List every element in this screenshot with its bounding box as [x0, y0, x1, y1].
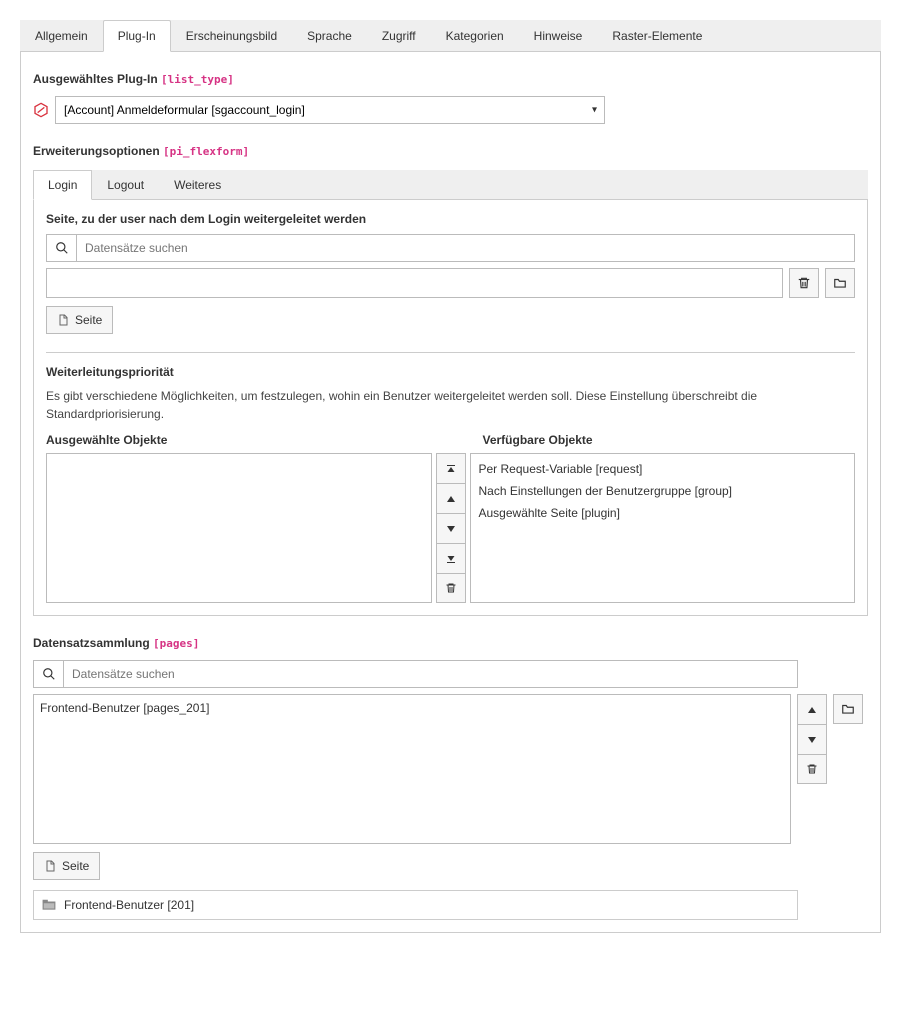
records-page-button[interactable]: Seite: [33, 852, 100, 880]
move-bottom-button[interactable]: [436, 543, 466, 573]
record-collection-text: Datensatzsammlung: [33, 636, 150, 650]
subtab-weiteres[interactable]: Weiteres: [159, 170, 236, 199]
plugin-select[interactable]: [Account] Anmeldeformular [sgaccount_log…: [55, 96, 605, 124]
record-move-up-button[interactable]: [797, 694, 827, 724]
priority-description: Es gibt verschiedene Möglichkeiten, um f…: [46, 387, 855, 423]
plugin-select-label-text: Ausgewähltes Plug-In: [33, 72, 158, 86]
redirect-page-label: Seite, zu der user nach dem Login weiter…: [46, 212, 855, 226]
page-icon: [44, 859, 56, 873]
tab-zugriff[interactable]: Zugriff: [367, 20, 431, 51]
record-collection-label: Datensatzsammlung [pages]: [33, 636, 868, 650]
move-down-button[interactable]: [436, 513, 466, 543]
sysfolder-icon: [42, 899, 56, 911]
record-folder-button[interactable]: [833, 694, 863, 724]
available-item[interactable]: Nach Einstellungen der Benutzergruppe [g…: [475, 480, 851, 502]
delete-button[interactable]: [789, 268, 819, 298]
search-icon: [33, 660, 63, 688]
record-move-down-button[interactable]: [797, 724, 827, 754]
tab-sprache[interactable]: Sprache: [292, 20, 367, 51]
redirect-search-input[interactable]: [76, 234, 855, 262]
extension-options-hint: [pi_flexform]: [163, 145, 249, 158]
extension-options-label: Erweiterungsoptionen [pi_flexform]: [33, 144, 868, 158]
move-top-button[interactable]: [436, 453, 466, 483]
available-objects-label: Verfügbare Objekte: [483, 433, 856, 447]
record-delete-button[interactable]: [797, 754, 827, 784]
subtab-logout[interactable]: Logout: [92, 170, 159, 199]
extension-icon: [33, 102, 49, 118]
available-item[interactable]: Per Request-Variable [request]: [475, 458, 851, 480]
plugin-select-label: Ausgewähltes Plug-In [list_type]: [33, 72, 868, 86]
extension-options-text: Erweiterungsoptionen: [33, 144, 160, 158]
tab-plugin[interactable]: Plug-In: [103, 20, 171, 52]
redirect-selected-list[interactable]: [46, 268, 783, 298]
tab-hinweise[interactable]: Hinweise: [519, 20, 598, 51]
records-selected-listbox[interactable]: Frontend-Benutzer [pages_201]: [33, 694, 791, 844]
redirect-search-row: [46, 234, 855, 262]
tab-raster[interactable]: Raster-Elemente: [597, 20, 717, 51]
plugin-panel: Ausgewähltes Plug-In [list_type] [Accoun…: [20, 52, 881, 933]
tab-kategorien[interactable]: Kategorien: [431, 20, 519, 51]
move-up-button[interactable]: [436, 483, 466, 513]
records-search-input[interactable]: [63, 660, 798, 688]
priority-label: Weiterleitungspriorität: [46, 365, 855, 379]
available-objects-listbox[interactable]: Per Request-Variable [request] Nach Eins…: [470, 453, 856, 603]
tab-erscheinungsbild[interactable]: Erscheinungsbild: [171, 20, 292, 51]
record-reference-label: Frontend-Benutzer [201]: [64, 898, 194, 912]
main-tabs: Allgemein Plug-In Erscheinungsbild Sprac…: [20, 20, 881, 52]
search-icon: [46, 234, 76, 262]
page-browse-button[interactable]: Seite: [46, 306, 113, 334]
record-collection-hint: [pages]: [153, 637, 199, 650]
tab-allgemein[interactable]: Allgemein: [20, 20, 103, 51]
selected-objects-listbox[interactable]: [46, 453, 432, 603]
page-button-label: Seite: [75, 313, 102, 327]
selected-objects-label: Ausgewählte Objekte: [46, 433, 419, 447]
folder-button[interactable]: [825, 268, 855, 298]
records-search-row: [33, 660, 798, 688]
records-page-button-label: Seite: [62, 859, 89, 873]
subtab-login[interactable]: Login: [33, 170, 92, 200]
login-subpanel: Seite, zu der user nach dem Login weiter…: [33, 200, 868, 616]
record-reference-item[interactable]: Frontend-Benutzer [201]: [33, 890, 798, 920]
plugin-select-hint: [list_type]: [161, 73, 234, 86]
page-icon: [57, 313, 69, 327]
remove-selected-button[interactable]: [436, 573, 466, 603]
record-item[interactable]: Frontend-Benutzer [pages_201]: [40, 701, 784, 715]
available-item[interactable]: Ausgewählte Seite [plugin]: [475, 502, 851, 524]
flexform-subtabs: Login Logout Weiteres: [33, 170, 868, 200]
